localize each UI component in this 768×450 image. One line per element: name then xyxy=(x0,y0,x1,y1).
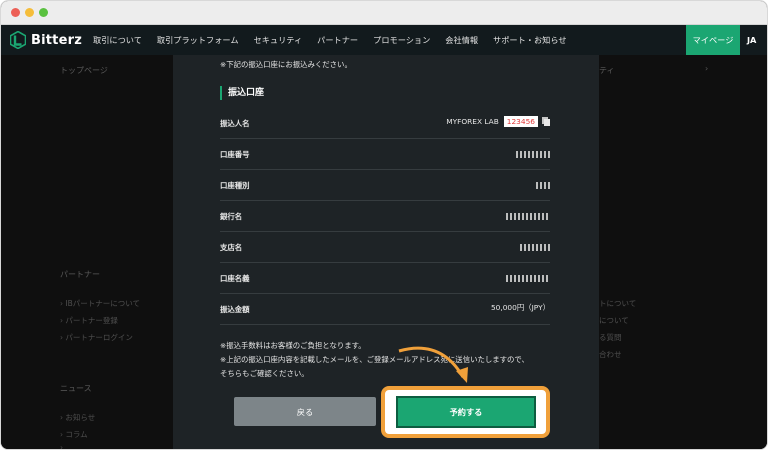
close-window-icon[interactable] xyxy=(11,8,20,17)
logo-text: Bitterz xyxy=(31,32,82,48)
masked-value xyxy=(516,151,550,158)
footer-partner-heading: パートナー xyxy=(60,270,100,279)
bg-nav-fragment: ティ xyxy=(599,66,615,75)
bitterz-logo-icon xyxy=(10,31,26,49)
nav-platform[interactable]: 取引プラットフォーム xyxy=(157,34,239,46)
nav-support[interactable]: サポート・お知らせ xyxy=(493,34,567,46)
bank-transfer-modal: ※下記の振込口座にお振込みください。 振込口座 振込人名 MYFOREX LAB… xyxy=(173,55,599,449)
transfer-amount-value: 50,000円（JPY） xyxy=(490,303,550,312)
mypage-button[interactable]: マイページ xyxy=(686,25,740,55)
footer-news-heading: ニュース xyxy=(60,384,92,393)
chevron-right-icon: › xyxy=(705,64,709,73)
row-label: 口座種別 xyxy=(220,181,250,190)
row-account-holder: 口座名義 xyxy=(220,263,550,294)
row-account-type: 口座種別 xyxy=(220,170,550,201)
footer-link-news[interactable]: › お知らせ xyxy=(60,412,95,423)
site-header: Bitterz 取引について 取引プラットフォーム セキュリティ パートナー プ… xyxy=(1,25,767,55)
footer-link-right-4[interactable]: 合わせ xyxy=(599,349,622,360)
masked-value xyxy=(506,275,550,282)
row-label: 振込人名 xyxy=(220,119,250,128)
row-label: 支店名 xyxy=(220,243,243,252)
masked-value xyxy=(506,213,550,220)
footer-link-right-3[interactable]: る質問 xyxy=(599,332,622,343)
row-label: 振込金額 xyxy=(220,305,250,314)
row-label: 口座番号 xyxy=(220,150,250,159)
masked-value xyxy=(520,244,550,251)
breadcrumb[interactable]: トップページ xyxy=(60,65,108,76)
nav-promotion[interactable]: プロモーション xyxy=(373,34,430,46)
footer-link-right-2[interactable]: について xyxy=(599,315,629,326)
row-branch-name: 支店名 xyxy=(220,232,550,263)
transferor-name-text: MYFOREX LAB xyxy=(446,117,499,126)
section-title: 振込口座 xyxy=(220,86,264,100)
maximize-window-icon[interactable] xyxy=(39,8,48,17)
footer-link-more[interactable]: › … xyxy=(60,443,73,449)
row-label: 銀行名 xyxy=(220,212,243,221)
transfer-notice: ※下記の振込口座にお振込みください。 xyxy=(220,60,352,69)
copy-icon[interactable] xyxy=(542,117,550,126)
transfer-notes: ※振込手数料はお客様のご負担となります。 ※上記の振込口座内容を記載したメールを… xyxy=(220,339,529,381)
account-id-badge: 123456 xyxy=(503,116,538,127)
back-button[interactable]: 戻る xyxy=(234,397,376,426)
nav-trading[interactable]: 取引について xyxy=(93,34,142,46)
row-transfer-amount: 振込金額 50,000円（JPY） xyxy=(220,294,550,325)
note-line: そちらもご確認ください。 xyxy=(220,369,309,378)
footer-link-partner-login[interactable]: › パートナーログイン xyxy=(60,332,133,343)
title-bar xyxy=(1,1,767,25)
footer-link-ib-partner[interactable]: › IBパートナーについて xyxy=(60,298,140,309)
row-bank-name: 銀行名 xyxy=(220,201,550,232)
row-value: MYFOREX LAB 123456 xyxy=(446,116,550,127)
row-account-number: 口座番号 xyxy=(220,139,550,170)
footer-link-column[interactable]: › コラム xyxy=(60,429,88,440)
minimize-window-icon[interactable] xyxy=(25,8,34,17)
masked-value xyxy=(536,182,550,189)
reserve-button[interactable]: 予約する xyxy=(396,396,536,428)
nav-company[interactable]: 会社情報 xyxy=(445,34,478,46)
footer-link-right-1[interactable]: トについて xyxy=(599,298,636,309)
main-nav: 取引について 取引プラットフォーム セキュリティ パートナー プロモーション 会… xyxy=(93,25,582,55)
footer-link-partner-register[interactable]: › パートナー登録 xyxy=(60,315,118,326)
highlight-frame: 予約する xyxy=(381,386,550,438)
nav-security[interactable]: セキュリティ xyxy=(254,34,303,46)
logo[interactable]: Bitterz xyxy=(10,31,82,49)
row-label: 口座名義 xyxy=(220,274,250,283)
nav-partner[interactable]: パートナー xyxy=(317,34,358,46)
note-line: ※上記の振込口座内容を記載したメールを、ご登録メールアドレス宛に送信いたしますの… xyxy=(220,355,529,364)
row-transferor-name: 振込人名 MYFOREX LAB 123456 xyxy=(220,108,550,139)
browser-window: Bitterz 取引について 取引プラットフォーム セキュリティ パートナー プ… xyxy=(0,0,768,450)
language-selector[interactable]: JA xyxy=(747,25,756,55)
note-line: ※振込手数料はお客様のご負担となります。 xyxy=(220,341,366,350)
